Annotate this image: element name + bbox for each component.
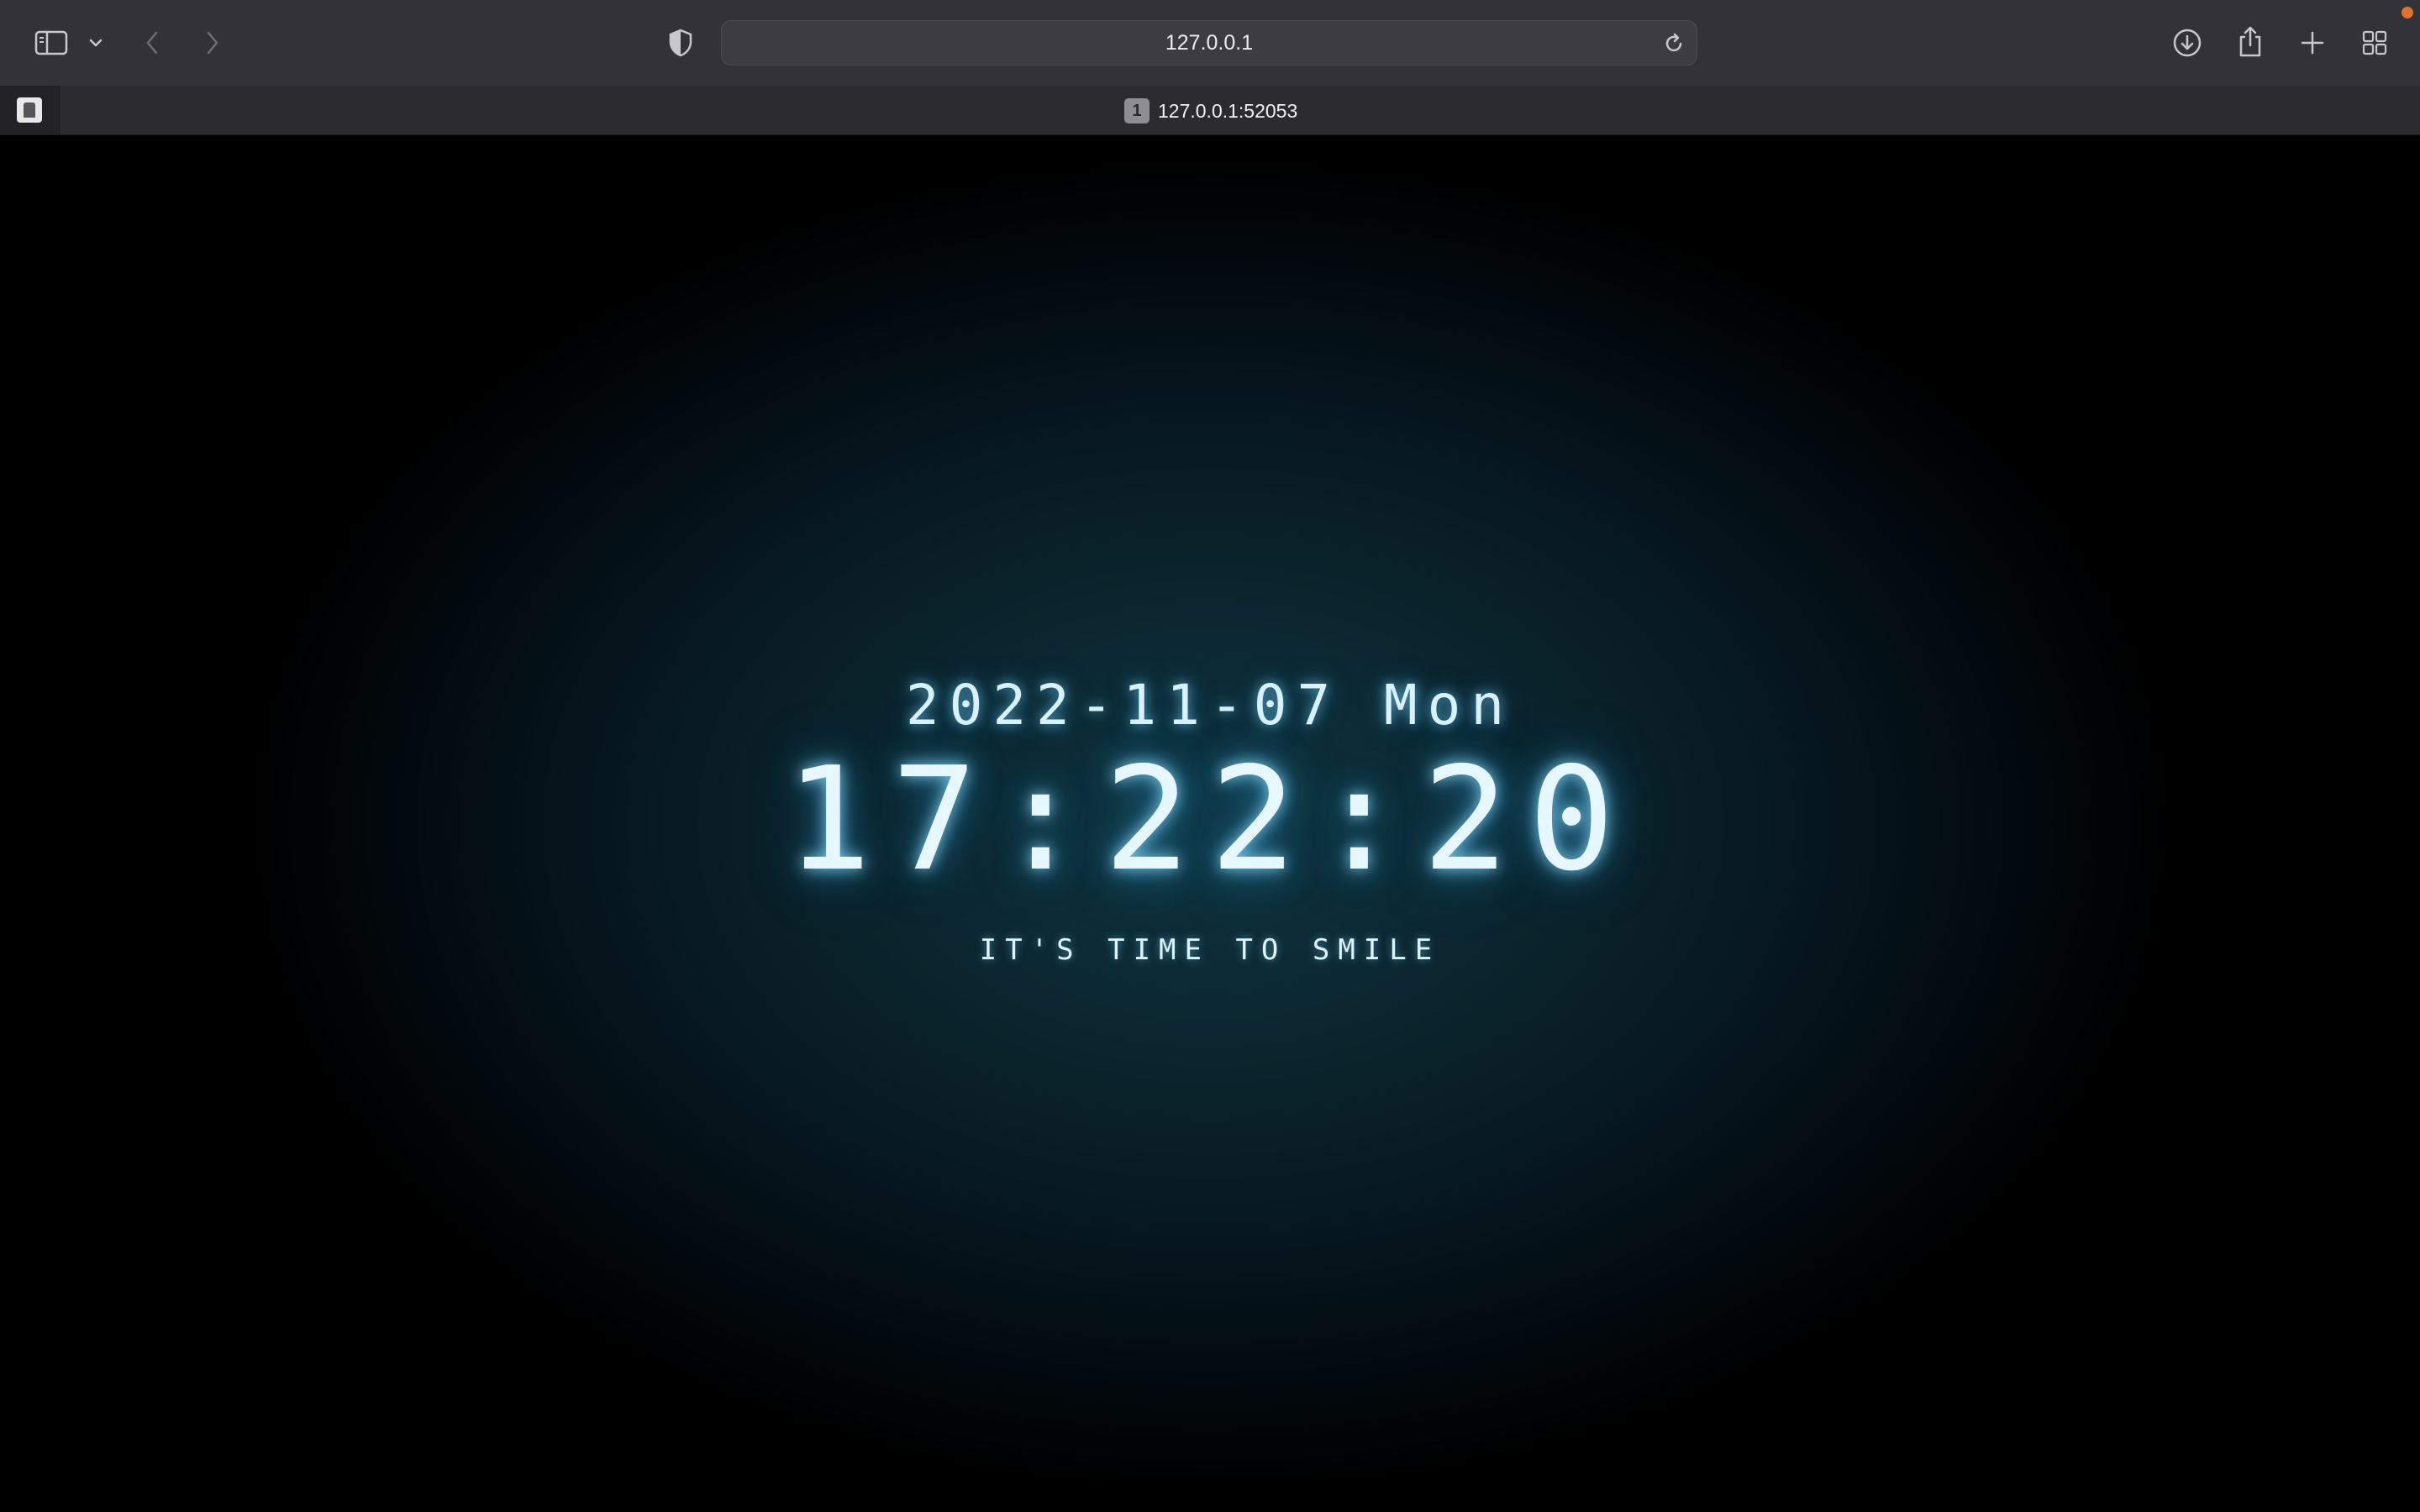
address-bar[interactable]: 127.0.0.1 — [721, 20, 1697, 66]
clock-time: 17:22:20 — [785, 737, 1635, 903]
address-bar-text: 127.0.0.1 — [1165, 30, 1254, 55]
browser-toolbar: 127.0.0.1 — [0, 0, 2420, 86]
download-icon[interactable] — [2170, 25, 2205, 60]
plus-icon[interactable] — [2296, 25, 2329, 60]
share-icon[interactable] — [2233, 24, 2267, 60]
chevron-right-icon[interactable] — [198, 25, 227, 60]
tab-number-badge: 1 — [1124, 98, 1150, 123]
chevron-left-icon[interactable] — [138, 25, 166, 60]
active-tab[interactable]: 1 127.0.0.1:52053 — [1124, 97, 1297, 124]
clock-tagline: IT'S TIME TO SMILE — [979, 933, 1441, 967]
favicon-icon — [17, 97, 42, 123]
shield-icon[interactable] — [664, 25, 697, 60]
page-content: 2022-11-07 Mon 17:22:20 IT'S TIME TO SMI… — [0, 135, 2420, 1512]
pinned-tab[interactable] — [0, 86, 60, 134]
chevron-down-icon[interactable] — [84, 30, 108, 55]
notification-dot — [2402, 7, 2413, 18]
grid-icon[interactable] — [2358, 25, 2391, 60]
tab-title: 127.0.0.1:52053 — [1158, 99, 1298, 122]
reload-icon[interactable] — [1660, 29, 1688, 58]
sidebar-icon[interactable] — [32, 25, 71, 60]
clock-date: 2022-11-07 Mon — [905, 673, 1515, 738]
